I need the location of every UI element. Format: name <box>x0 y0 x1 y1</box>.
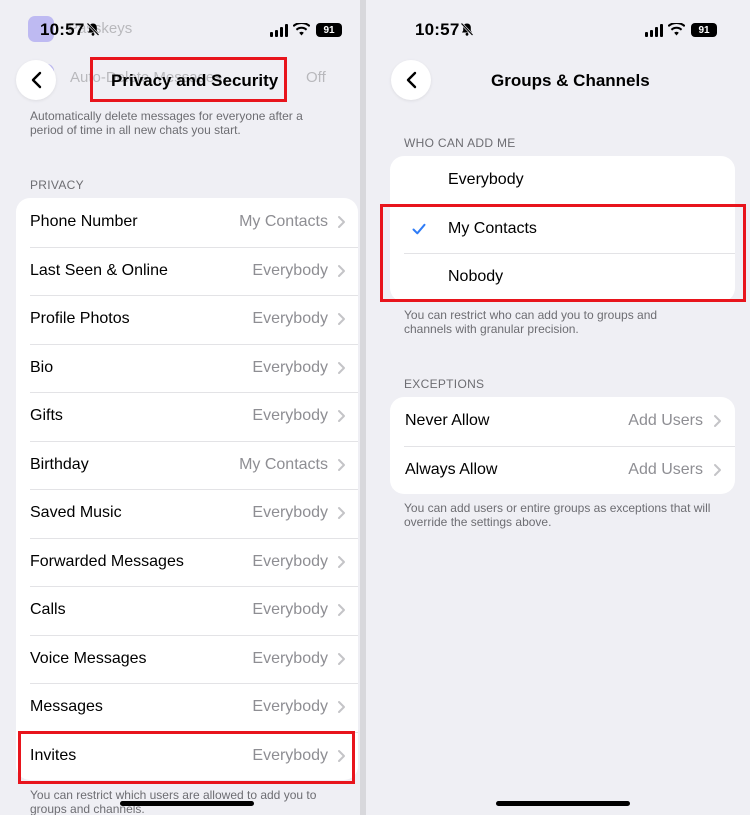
bell-slash-icon <box>460 22 474 40</box>
bell-slash-icon <box>86 22 100 40</box>
profile-photos-row[interactable]: Profile Photos Everybody <box>16 295 358 344</box>
never-allow-row[interactable]: Never Allow Add Users <box>390 397 735 446</box>
option-label: Everybody <box>448 171 524 189</box>
privacy-settings-list: Phone Number My Contacts Last Seen & Onl… <box>16 198 358 780</box>
row-label: Bio <box>30 358 54 376</box>
chevron-right-icon <box>338 555 345 568</box>
who-can-add-header: WHO CAN ADD ME <box>404 136 516 150</box>
row-label: Forwarded Messages <box>30 552 184 570</box>
row-label: Invites <box>30 746 77 764</box>
chevron-right-icon <box>338 458 345 471</box>
option-my-contacts[interactable]: My Contacts <box>390 204 735 254</box>
row-label: Last Seen & Online <box>30 261 168 279</box>
row-value: Add Users <box>628 460 703 478</box>
row-value: Everybody <box>252 698 328 716</box>
row-label: Gifts <box>30 407 63 425</box>
invites-row[interactable]: Invites Everybody <box>16 731 358 781</box>
status-time: 10:57 <box>415 20 460 39</box>
home-indicator <box>120 801 254 806</box>
row-label: Messages <box>30 698 103 716</box>
calls-row[interactable]: Calls Everybody <box>16 586 358 635</box>
wifi-icon <box>667 21 686 41</box>
who-can-add-options: Everybody My Contacts Nobody <box>390 156 735 302</box>
row-label: Never Allow <box>405 412 490 430</box>
chevron-right-icon <box>714 415 721 428</box>
row-value: My Contacts <box>239 455 328 473</box>
messages-row[interactable]: Messages Everybody <box>16 683 358 732</box>
chevron-right-icon <box>338 507 345 520</box>
row-value: Everybody <box>252 310 328 328</box>
auto-delete-footnote: Automatically delete messages for everyo… <box>30 109 303 137</box>
row-value: Everybody <box>252 746 328 764</box>
groups-channels-screen: 10:57 91 Groups & Channels WHO CAN ADD M… <box>366 0 750 815</box>
exceptions-footnote: You can add users or entire groups as ex… <box>404 501 711 529</box>
privacy-section-header: PRIVACY <box>30 178 84 192</box>
page-title: Privacy and Security <box>111 71 279 90</box>
signal-icon <box>645 24 663 37</box>
page-title: Groups & Channels <box>491 71 650 90</box>
row-value: Everybody <box>252 358 328 376</box>
chevron-right-icon <box>338 264 345 277</box>
birthday-row[interactable]: Birthday My Contacts <box>16 440 358 490</box>
privacy-security-screen: Passkeys Auto-Delete Messages Off 10:57 … <box>0 0 360 815</box>
phone-number-row[interactable]: Phone Number My Contacts <box>16 198 358 247</box>
gifts-row[interactable]: Gifts Everybody <box>16 392 358 441</box>
ghost-off-value: Off <box>306 69 326 86</box>
exceptions-list: Never Allow Add Users Always Allow Add U… <box>390 397 735 494</box>
row-value: Everybody <box>252 504 328 522</box>
option-label: My Contacts <box>448 219 537 237</box>
status-time: 10:57 <box>40 20 85 39</box>
row-label: Always Allow <box>405 460 498 478</box>
wifi-icon <box>292 21 311 41</box>
back-button[interactable] <box>16 60 56 100</box>
option-everybody[interactable]: Everybody <box>390 156 735 205</box>
always-allow-row[interactable]: Always Allow Add Users <box>390 445 735 495</box>
row-label: Calls <box>30 601 66 619</box>
chevron-right-icon <box>338 749 345 762</box>
chevron-left-icon <box>31 71 41 89</box>
back-button[interactable] <box>391 60 431 100</box>
exceptions-header: EXCEPTIONS <box>404 377 485 391</box>
row-value: Everybody <box>252 601 328 619</box>
saved-music-row[interactable]: Saved Music Everybody <box>16 489 358 538</box>
row-label: Saved Music <box>30 504 122 522</box>
chevron-right-icon <box>338 604 345 617</box>
chevron-right-icon <box>338 701 345 714</box>
row-value: Everybody <box>252 649 328 667</box>
checkmark-icon <box>412 223 426 235</box>
chevron-left-icon <box>406 71 416 89</box>
chevron-right-icon <box>338 216 345 229</box>
row-value: Everybody <box>252 552 328 570</box>
bio-row[interactable]: Bio Everybody <box>16 343 358 393</box>
row-value: Everybody <box>252 261 328 279</box>
forwarded-messages-row[interactable]: Forwarded Messages Everybody <box>16 537 358 587</box>
home-indicator <box>496 801 630 806</box>
who-can-add-footnote: You can restrict who can add you to grou… <box>404 308 658 336</box>
voice-messages-row[interactable]: Voice Messages Everybody <box>16 634 358 684</box>
row-label: Phone Number <box>30 213 138 231</box>
chevron-right-icon <box>714 463 721 476</box>
row-value: Add Users <box>628 412 703 430</box>
chevron-right-icon <box>338 410 345 423</box>
status-bar: 10:57 91 <box>366 18 750 44</box>
signal-icon <box>270 24 288 37</box>
option-label: Nobody <box>448 268 504 286</box>
battery-indicator: 91 <box>691 23 717 37</box>
chevron-right-icon <box>338 313 345 326</box>
row-value: My Contacts <box>239 213 328 231</box>
row-label: Birthday <box>30 455 89 473</box>
row-label: Profile Photos <box>30 310 130 328</box>
chevron-right-icon <box>338 361 345 374</box>
chevron-right-icon <box>338 652 345 665</box>
last-seen-online-row[interactable]: Last Seen & Online Everybody <box>16 246 358 296</box>
row-label: Voice Messages <box>30 649 147 667</box>
option-nobody[interactable]: Nobody <box>390 253 735 302</box>
battery-indicator: 91 <box>316 23 342 37</box>
row-value: Everybody <box>252 407 328 425</box>
status-bar: 10:57 91 <box>0 18 360 44</box>
